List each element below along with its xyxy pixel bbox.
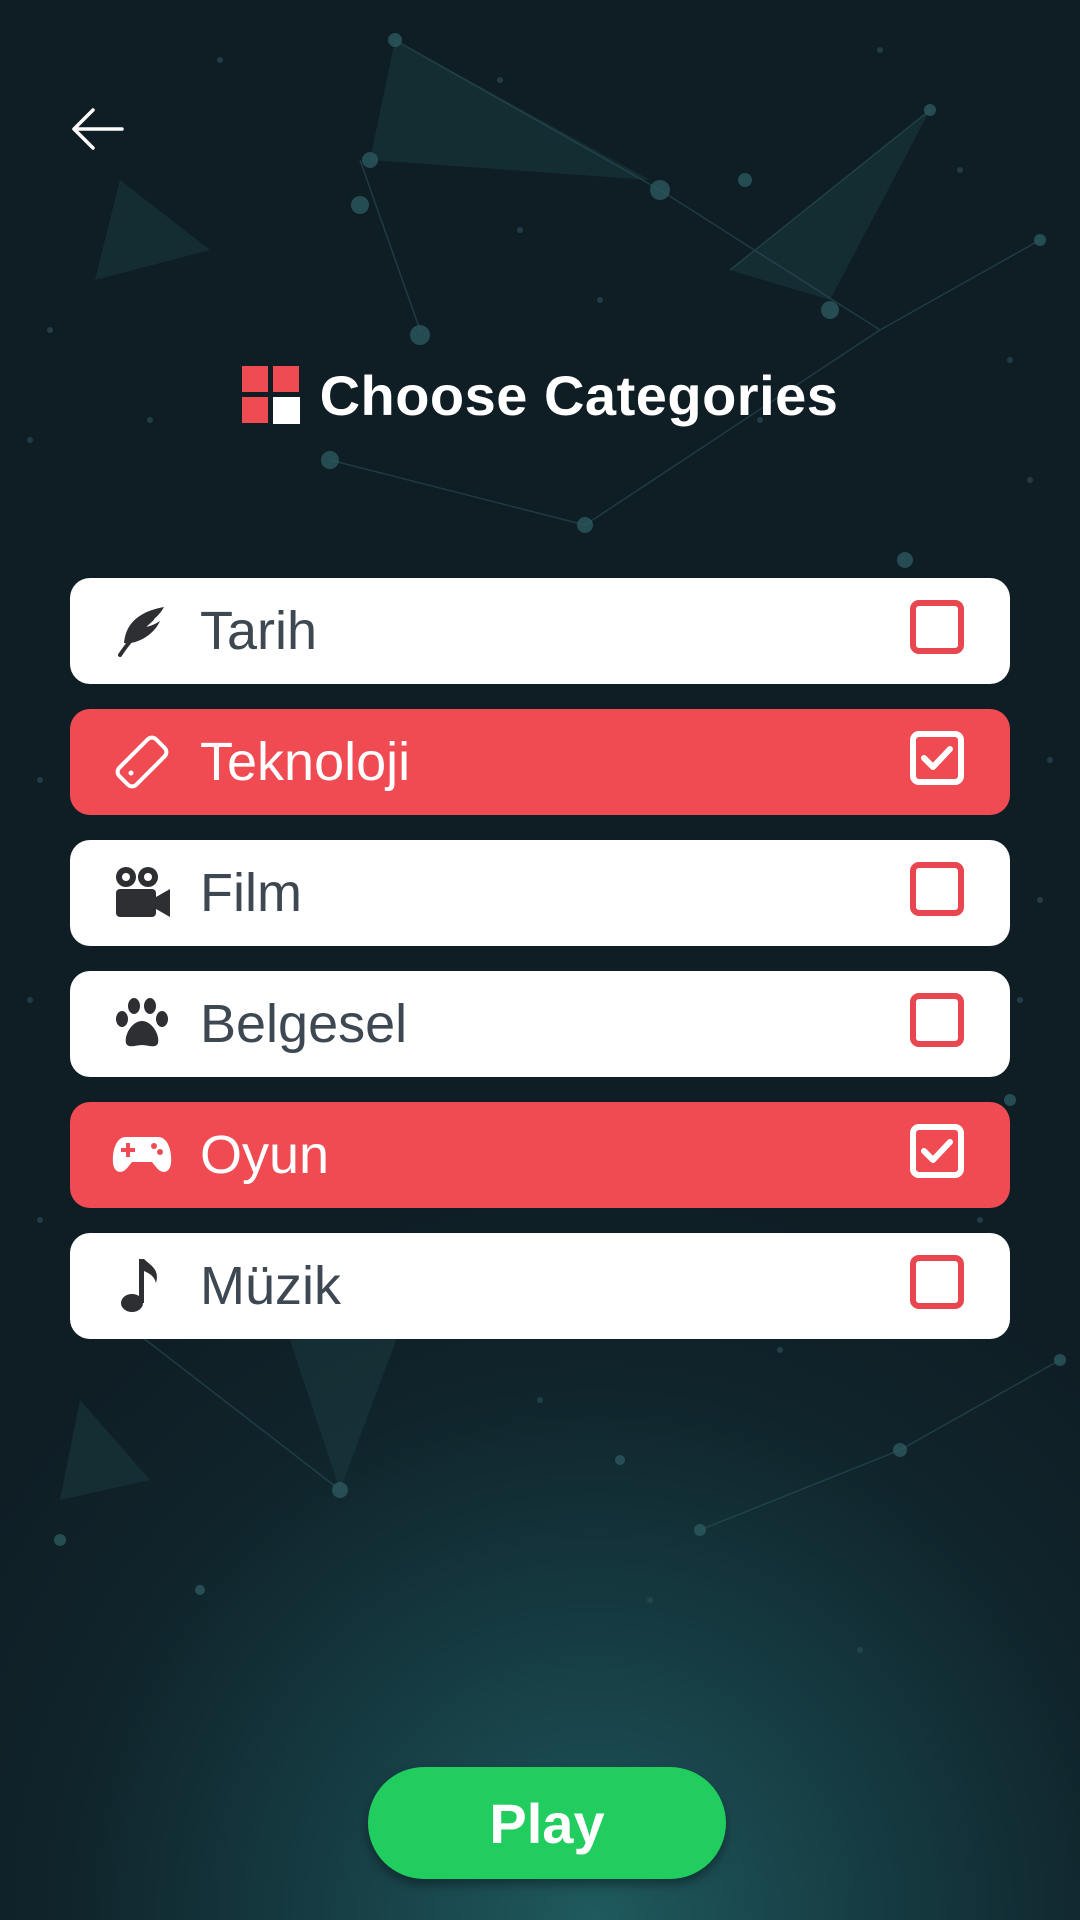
category-row-belgesel[interactable]: Belgesel bbox=[70, 971, 1010, 1077]
play-button[interactable]: Play bbox=[368, 1767, 726, 1879]
gamepad-icon bbox=[112, 1125, 172, 1185]
title-text: Choose Categories bbox=[319, 363, 839, 427]
checkmark-icon bbox=[921, 746, 953, 770]
back-button[interactable] bbox=[62, 96, 132, 162]
category-checkbox[interactable] bbox=[910, 993, 964, 1047]
phone-icon bbox=[112, 732, 172, 792]
category-label: Müzik bbox=[200, 1256, 342, 1316]
music-note-icon bbox=[112, 1256, 172, 1316]
paw-icon bbox=[112, 994, 172, 1054]
checkmark-icon bbox=[921, 1139, 953, 1163]
category-row-oyun[interactable]: Oyun bbox=[70, 1102, 1010, 1208]
video-camera-icon bbox=[112, 863, 172, 923]
category-list: Tarih Teknoloji Film Belgesel Oyun Müzik bbox=[70, 578, 1010, 1364]
category-checkbox[interactable] bbox=[910, 600, 964, 654]
category-label: Belgesel bbox=[200, 994, 408, 1054]
category-checkbox[interactable] bbox=[910, 731, 964, 785]
category-row-muzik[interactable]: Müzik bbox=[70, 1233, 1010, 1339]
category-label: Tarih bbox=[200, 601, 318, 661]
category-label: Oyun bbox=[200, 1125, 330, 1185]
category-label: Film bbox=[200, 863, 302, 923]
leaf-icon bbox=[112, 601, 172, 661]
category-row-film[interactable]: Film bbox=[70, 840, 1010, 946]
category-checkbox[interactable] bbox=[910, 1255, 964, 1309]
page-title: Choose Categories bbox=[0, 355, 1080, 435]
grid-icon bbox=[241, 366, 300, 424]
category-row-tarih[interactable]: Tarih bbox=[70, 578, 1010, 684]
arrow-left-icon bbox=[72, 108, 124, 150]
category-checkbox[interactable] bbox=[910, 862, 964, 916]
category-checkbox[interactable] bbox=[910, 1124, 964, 1178]
category-label: Teknoloji bbox=[200, 732, 411, 792]
category-row-teknoloji[interactable]: Teknoloji bbox=[70, 709, 1010, 815]
